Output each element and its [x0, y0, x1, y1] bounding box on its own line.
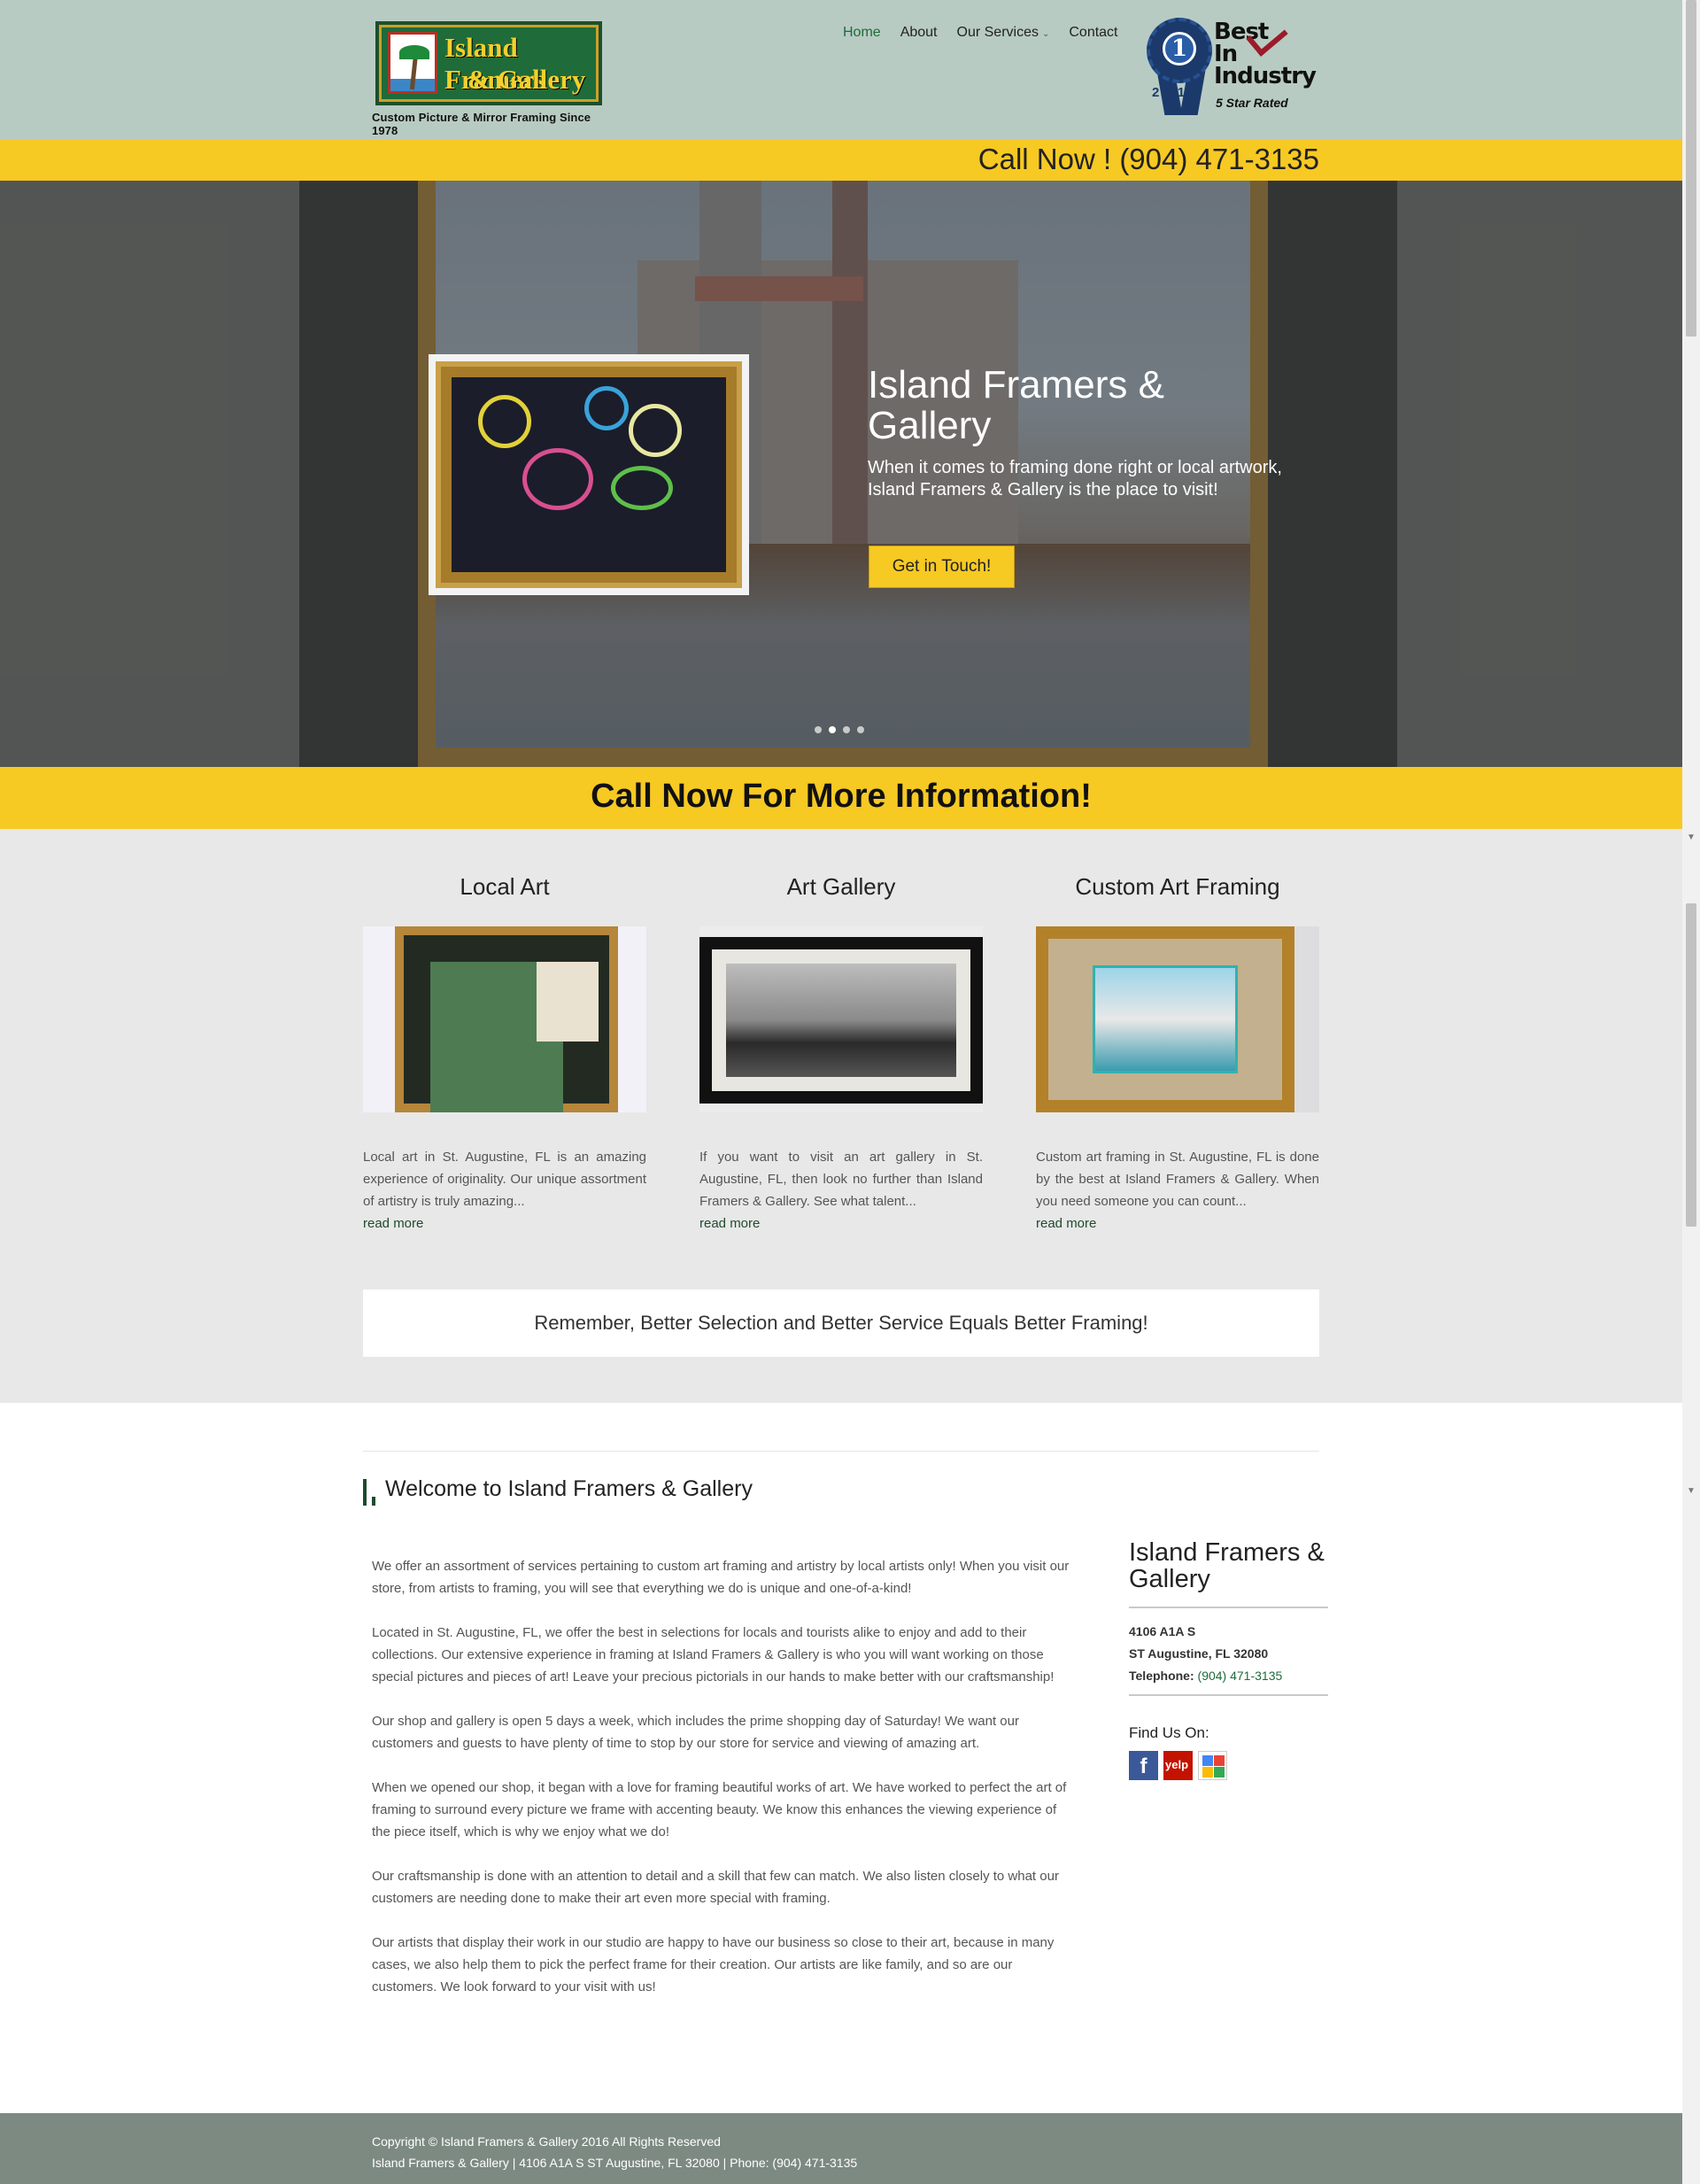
find-us-label: Find Us On: — [1129, 1724, 1209, 1741]
medal-icon: 1 — [1147, 18, 1212, 83]
info-bar: Call Now For More Information! — [0, 767, 1682, 829]
service-text: Custom art framing in St. Augustine, FL … — [1036, 1150, 1319, 1209]
service-image[interactable] — [1036, 926, 1319, 1112]
service-local-art: Local Art Local art in St. Augustine, FL… — [363, 873, 646, 1232]
call-now-bar: Call Now ! (904) 471-3135 — [0, 139, 1682, 181]
hero-subtitle: When it comes to framing done right or l… — [868, 458, 1282, 500]
nav-contact[interactable]: Contact — [1069, 25, 1117, 41]
services-section: Local Art Local art in St. Augustine, FL… — [0, 829, 1682, 1403]
heading-accent — [363, 1479, 367, 1506]
slider-pagination — [815, 726, 864, 733]
medal-year: 2015 — [1152, 85, 1202, 100]
hero-slider: Island Framers & Gallery When it comes t… — [0, 181, 1682, 767]
hero-overlay — [0, 181, 1682, 767]
nav-home[interactable]: Home — [843, 25, 881, 41]
star-rating-text: 5 Star Rated — [1216, 96, 1288, 110]
service-title: Custom Art Framing — [1075, 873, 1280, 900]
social-links: f yelp — [1129, 1751, 1328, 1780]
welcome-paragraph: Our craftsmanship is done with an attent… — [372, 1869, 1059, 1906]
telephone-label: Telephone: — [1129, 1669, 1194, 1683]
welcome-paragraph: When we opened our shop, it began with a… — [372, 1780, 1067, 1839]
service-art-gallery: Art Gallery If you want to visit an art … — [699, 873, 983, 1232]
slider-dot-4[interactable] — [857, 726, 864, 733]
telephone-link[interactable]: (904) 471-3135 — [1198, 1669, 1283, 1683]
service-text: Local art in St. Augustine, FL is an ama… — [363, 1150, 646, 1209]
hero-title: Island Framers & Gallery — [868, 363, 1164, 447]
heading-accent-2 — [372, 1497, 375, 1506]
site-header: Island Framers & Gallery Custom Picture … — [0, 0, 1682, 139]
site-footer: Copyright © Island Framers & Gallery 201… — [0, 2113, 1682, 2184]
slider-dot-3[interactable] — [843, 726, 850, 733]
slider-dot-2[interactable] — [829, 726, 836, 733]
welcome-paragraph: Our artists that display their work in o… — [372, 1935, 1055, 1994]
site-logo[interactable]: Island Framers & Gallery Custom Picture … — [372, 21, 607, 137]
contact-sidebar: Island Framers & Gallery 4106 A1A S ST A… — [1129, 1539, 1328, 1780]
medal-year-left: 20 — [1152, 85, 1178, 100]
scrollbar-thumb[interactable] — [1686, 0, 1696, 337]
logo-text-line2: & Gallery — [468, 64, 586, 95]
slider-dot-1[interactable] — [815, 726, 822, 733]
page-scrollbar[interactable]: ▼ ▼ — [1682, 0, 1700, 2184]
google-plus-icon[interactable] — [1198, 1751, 1227, 1780]
motto-banner: Remember, Better Selection and Better Se… — [363, 1289, 1319, 1357]
palm-tree-icon — [388, 32, 437, 94]
medal-year-right: 15 — [1177, 85, 1203, 100]
welcome-body: We offer an assortment of services perta… — [372, 1555, 1076, 2020]
service-text: If you want to visit an art gallery in S… — [699, 1150, 983, 1209]
service-custom-art-framing: Custom Art Framing Custom art framing in… — [1036, 873, 1319, 1232]
welcome-paragraph: We offer an assortment of services perta… — [372, 1559, 1070, 1596]
footer-copyright: Copyright © Island Framers & Gallery 201… — [372, 2134, 721, 2149]
divider — [363, 1451, 1319, 1452]
address-line2: ST Augustine, FL 32080 — [1129, 1646, 1269, 1661]
service-title: Art Gallery — [786, 873, 896, 900]
nav-about[interactable]: About — [900, 25, 938, 41]
scrollbar-thumb-lower[interactable] — [1686, 903, 1696, 1227]
hero-framed-artwork-image — [429, 354, 749, 595]
yelp-icon[interactable]: yelp — [1163, 1751, 1193, 1780]
welcome-title: Welcome to Island Framers & Gallery — [385, 1476, 753, 1501]
chevron-down-icon: ⌄ — [1041, 29, 1050, 39]
yelp-glyph: yelp — [1165, 1758, 1189, 1771]
address-line1: 4106 A1A S — [1129, 1624, 1196, 1638]
facebook-icon[interactable]: f — [1129, 1751, 1158, 1780]
get-in-touch-button[interactable]: Get in Touch! — [869, 546, 1015, 588]
nav-our-services-label: Our Services — [956, 25, 1039, 40]
sidebar-address: 4106 A1A S ST Augustine, FL 32080 Teleph… — [1129, 1608, 1328, 1696]
read-more-link[interactable]: read more — [1036, 1216, 1096, 1231]
read-more-link[interactable]: read more — [363, 1216, 423, 1231]
best-in-industry-badge: 1 2015 Best In Industry 5 Star Rated — [1145, 16, 1317, 120]
nav-our-services[interactable]: Our Services ⌄ — [957, 25, 1050, 41]
medal-number: 1 — [1163, 32, 1196, 66]
logo-tagline: Custom Picture & Mirror Framing Since 19… — [372, 111, 591, 137]
welcome-paragraph: Located in St. Augustine, FL, we offer t… — [372, 1625, 1055, 1684]
scroll-down-arrow-icon[interactable]: ▼ — [1687, 833, 1696, 842]
logo-badge: Island Framers & Gallery — [375, 21, 602, 105]
service-image[interactable] — [699, 926, 983, 1112]
motto-text: Remember, Better Selection and Better Se… — [534, 1312, 1148, 1334]
scroll-down-arrow-icon-lower[interactable]: ▼ — [1687, 1486, 1696, 1496]
sidebar-title: Island Framers & Gallery — [1129, 1539, 1328, 1608]
footer-contact-line: Island Framers & Gallery | 4106 A1A S ST… — [372, 2156, 858, 2170]
welcome-paragraph: Our shop and gallery is open 5 days a we… — [372, 1714, 1019, 1751]
info-bar-text[interactable]: Call Now For More Information! — [0, 778, 1682, 816]
best-line3: Industry — [1214, 63, 1317, 89]
read-more-link[interactable]: read more — [699, 1216, 760, 1231]
service-image[interactable] — [363, 926, 646, 1112]
call-now-phone[interactable]: Call Now ! (904) 471-3135 — [978, 143, 1319, 176]
telephone-row: Telephone: (904) 471-3135 — [1129, 1665, 1328, 1687]
service-title: Local Art — [460, 873, 550, 900]
main-nav: Home About Our Services ⌄ Contact — [843, 25, 1138, 41]
